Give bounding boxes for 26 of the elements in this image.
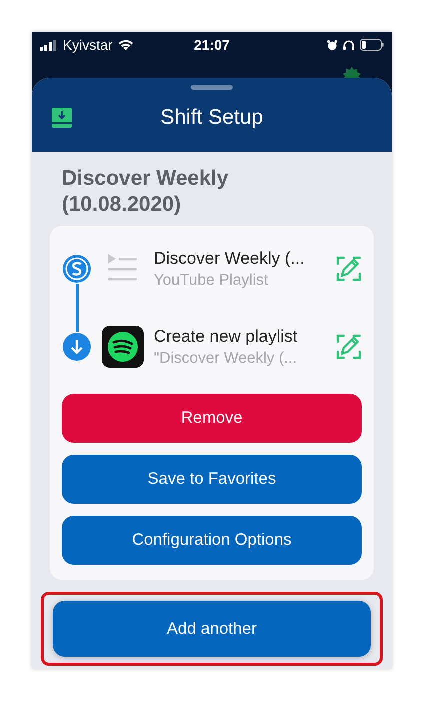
- edit-icon[interactable]: [336, 334, 362, 360]
- step-subtitle: "Discover Weekly (...: [154, 350, 298, 368]
- clock-time: 21:07: [194, 37, 230, 53]
- music-app-icon: [102, 326, 144, 368]
- download-icon[interactable]: [52, 108, 72, 128]
- edit-icon[interactable]: [336, 256, 362, 282]
- sheet-title: Shift Setup: [160, 106, 264, 130]
- step-title: Create new playlist: [154, 326, 299, 346]
- shift-logo-icon: [62, 254, 92, 284]
- action-button[interactable]: Remove: [62, 394, 362, 443]
- step-subtitle: YouTube Playlist: [154, 272, 270, 290]
- action-button[interactable]: Save to Favorites: [62, 455, 362, 504]
- add-button[interactable]: Add another: [53, 601, 371, 657]
- drag-handle[interactable]: [191, 85, 233, 90]
- connector-line: [76, 284, 79, 332]
- carrier-name: Kyivstar: [63, 37, 113, 53]
- action-button[interactable]: Configuration Options: [62, 516, 362, 565]
- wifi-icon: [118, 39, 134, 51]
- signal-icon: [40, 40, 58, 50]
- headphones-icon: [343, 40, 355, 50]
- battery-icon: [360, 39, 384, 51]
- alarm-icon: [327, 40, 338, 50]
- arrow-down-icon: [62, 332, 92, 362]
- step-title: Discover Weekly (...: [154, 248, 306, 268]
- shift-name: Discover Weekly (10.08.2020): [61, 166, 230, 218]
- badge-icon: [342, 66, 362, 78]
